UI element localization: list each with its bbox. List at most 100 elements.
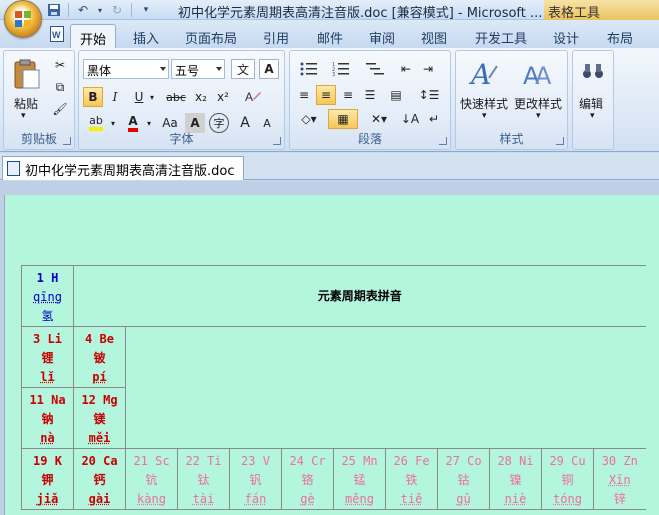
element-number: 26 Fe [393,454,430,468]
quick-styles-button[interactable]: 快速样式 [460,95,508,112]
tab-references[interactable]: 引用 [256,24,296,48]
cut-icon[interactable]: ✂ [50,55,70,75]
element-cell[interactable]: 28 Ni 镍 niè [489,448,542,510]
font-name-combo[interactable]: 黑体 [83,59,169,79]
numbering-icon[interactable]: 123 [326,59,356,79]
chevron-down-icon[interactable]: ▾ [482,111,487,121]
word-doc-icon: W [50,26,64,42]
chevron-down-icon[interactable]: ▾ [21,111,26,121]
tab-developer[interactable]: 开发工具 [470,24,532,48]
element-char: 锂 [41,351,54,365]
strikethrough-button[interactable]: abc [163,87,189,107]
paste-icon[interactable] [10,57,44,91]
chevron-down-icon[interactable]: ▾ [147,87,157,107]
asian-layout-icon[interactable]: ✕▾ [364,109,394,129]
save-icon[interactable] [46,2,62,18]
decrease-indent-icon[interactable]: ⇤ [396,59,416,79]
undo-icon[interactable]: ↶ [75,2,91,18]
phonetic-guide-button[interactable]: 文 [231,59,255,79]
clipboard-launcher-icon[interactable] [63,137,71,145]
separator [131,3,132,17]
align-center-icon[interactable]: ≡ [316,85,336,105]
font-launcher-icon[interactable] [273,137,281,145]
svg-text:A: A [245,90,253,104]
underline-button[interactable]: U [129,87,149,107]
tab-layout[interactable]: 布局 [600,24,640,48]
superscript-button[interactable]: x² [213,87,233,107]
character-border-label: A [264,62,274,76]
bullets-icon[interactable] [294,59,324,79]
chevron-down-icon[interactable]: ▾ [590,111,595,121]
element-cell[interactable]: 22 Ti 钛 tài [177,448,230,510]
office-button[interactable] [4,0,42,38]
tab-design[interactable]: 设计 [546,24,586,48]
change-styles-icon[interactable]: AA [520,55,556,91]
element-char: 钠 [41,412,54,426]
line-spacing-icon[interactable]: ↕☰ [414,85,444,105]
element-char: 铬 [301,473,314,487]
element-char: 氢 [41,309,54,323]
multilevel-list-icon[interactable] [360,59,390,79]
sort-icon[interactable]: ↓A [400,109,420,129]
svg-text:3: 3 [332,72,335,76]
element-cell[interactable]: 30 Zn Xīn 锌 [593,448,646,510]
element-cell[interactable]: 25 Mn 锰 měng [333,448,386,510]
subscript-button[interactable]: x₂ [191,87,211,107]
increase-indent-icon[interactable]: ⇥ [418,59,438,79]
tab-review[interactable]: 审阅 [362,24,402,48]
element-cell[interactable]: 26 Fe 铁 tiě [385,448,438,510]
element-cell[interactable]: 1 H qīng 氢 [21,265,74,327]
bold-button[interactable]: B [83,87,103,107]
distributed-icon[interactable]: ▤ [386,85,406,105]
tab-mailings[interactable]: 邮件 [310,24,350,48]
svg-text:W: W [52,30,61,40]
binoculars-icon[interactable] [577,55,609,87]
element-cell[interactable]: 11 Na 钠 nà [21,387,74,449]
format-painter-icon[interactable]: 🖌 [50,99,70,119]
element-cell[interactable]: 23 V 钒 fán [229,448,282,510]
quick-styles-icon[interactable]: A [466,55,502,91]
element-cell[interactable]: 4 Be 铍 pí [73,326,126,388]
element-number: 22 Ti [185,454,222,468]
element-cell[interactable]: 20 Ca 钙 gài [73,448,126,510]
element-cell[interactable]: 29 Cu 铜 tóng [541,448,594,510]
element-number: 11 Na [29,393,66,407]
align-right-icon[interactable]: ≡ [338,85,358,105]
paste-button[interactable]: 粘贴 [14,95,38,112]
font-size-combo[interactable]: 五号 [171,59,225,79]
document-tab[interactable]: 初中化学元素周期表高清注音版.doc [2,156,244,180]
clear-formatting-icon[interactable]: A [241,85,265,109]
editing-button[interactable]: 编辑 [579,95,603,112]
chevron-down-icon[interactable]: ▾ [536,111,541,121]
element-cell[interactable]: 19 K 钾 jiǎ [21,448,74,510]
element-char: 铜 [561,473,574,487]
show-marks-icon[interactable]: ↵ [424,109,444,129]
chevron-down-icon[interactable]: ▾ [97,2,103,18]
character-border-button[interactable]: A [259,59,279,79]
element-cell[interactable]: 24 Cr 铬 gè [281,448,334,510]
element-cell[interactable]: 12 Mg 镁 měi [73,387,126,449]
element-number: 24 Cr [289,454,326,468]
tab-view[interactable]: 视图 [414,24,454,48]
paragraph-launcher-icon[interactable] [439,137,447,145]
tab-insert[interactable]: 插入 [126,24,166,48]
align-left-icon[interactable]: ≡ [294,85,314,105]
borders-icon[interactable]: ▦ [328,109,358,129]
element-char: 钒 [249,473,262,487]
tab-home[interactable]: 开始 [70,24,116,48]
styles-launcher-icon[interactable] [556,137,564,145]
change-styles-button[interactable]: 更改样式 [514,95,562,112]
element-cell[interactable]: 3 Li 锂 lǐ [21,326,74,388]
window-title: 初中化学元素周期表高清注音版.doc [兼容模式] - Microsoft ..… [178,6,543,21]
element-pinyin: měng [345,492,374,506]
italic-button[interactable]: I [105,87,125,107]
customize-qat-icon[interactable]: ▾ [138,2,154,18]
document-page[interactable]: 1 H qīng 氢 元素周期表拼音 3 Li 锂 lǐ 4 Be 铍 pí 1… [4,195,659,515]
element-cell[interactable]: 21 Sc 钪 kàng [125,448,178,510]
justify-icon[interactable]: ☰ [360,85,380,105]
shading-icon[interactable]: ◇▾ [294,109,324,129]
tab-page-layout[interactable]: 页面布局 [180,24,242,48]
redo-icon[interactable]: ↻ [109,2,125,18]
element-cell[interactable]: 27 Co 钴 gǔ [437,448,490,510]
copy-icon[interactable]: ⧉ [50,77,70,97]
